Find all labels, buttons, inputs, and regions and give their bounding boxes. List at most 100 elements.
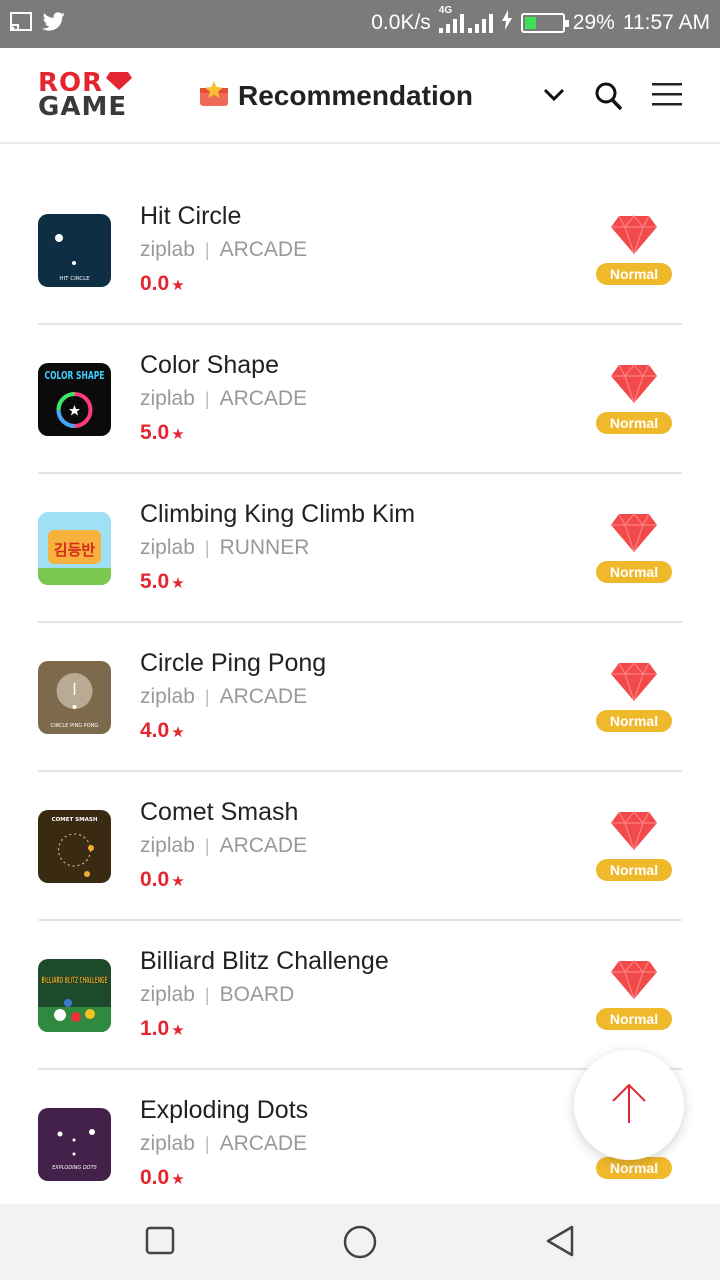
clock: 11:57 AM bbox=[622, 11, 710, 34]
arrow-up-icon bbox=[609, 1081, 649, 1130]
star-icon: ★ bbox=[171, 426, 185, 443]
game-name[interactable]: Color Shape bbox=[140, 351, 279, 380]
badge-label: Normal bbox=[596, 1008, 672, 1030]
game-rating: 0.0 ★ bbox=[140, 272, 185, 296]
game-rating: 4.0 ★ bbox=[140, 719, 185, 743]
game-list: HIT CIRCLE Hit Circle ziplab | ARCADE 0.0 ★… bbox=[38, 176, 682, 1219]
game-meta: ziplab | BOARD bbox=[140, 983, 295, 1006]
page-title-group: Recommendation bbox=[198, 78, 473, 113]
game-category: BOARD bbox=[219, 983, 295, 1006]
dropdown-chevron-icon[interactable] bbox=[540, 80, 568, 113]
game-meta: ziplab | ARCADE bbox=[140, 1132, 308, 1155]
game-developer: ziplab bbox=[140, 536, 195, 559]
search-icon[interactable] bbox=[594, 80, 624, 117]
game-category: ARCADE bbox=[219, 238, 308, 261]
rating-value: 0.0 bbox=[140, 272, 170, 295]
game-category: RUNNER bbox=[219, 536, 310, 559]
game-name[interactable]: Exploding Dots bbox=[140, 1096, 308, 1125]
game-developer: ziplab bbox=[140, 834, 195, 857]
game-category: ARCADE bbox=[219, 685, 308, 708]
network-speed: 0.0K/s bbox=[371, 11, 431, 34]
battery-icon bbox=[520, 13, 569, 33]
game-name[interactable]: Climbing King Climb Kim bbox=[140, 500, 415, 529]
menu-icon[interactable] bbox=[652, 82, 682, 111]
game-meta: ziplab | ARCADE bbox=[140, 238, 308, 261]
ruby-gem-icon bbox=[611, 959, 657, 1004]
game-thumbnail[interactable]: EXPLODING DOTS bbox=[38, 1108, 111, 1181]
thumb-label: HIT CIRCLE bbox=[59, 276, 90, 282]
game-name[interactable]: Comet Smash bbox=[140, 798, 298, 827]
battery-percent: 29% bbox=[572, 11, 615, 34]
game-name[interactable]: Billiard Blitz Challenge bbox=[140, 947, 389, 976]
level-badge: Normal bbox=[596, 959, 672, 1031]
system-nav-bar bbox=[0, 1204, 720, 1280]
game-name[interactable]: Hit Circle bbox=[140, 202, 241, 231]
game-rating: 0.0 ★ bbox=[140, 868, 185, 892]
game-meta: ziplab | ARCADE bbox=[140, 834, 308, 857]
list-item[interactable]: CIRCLE PING PONG Circle Ping Pong ziplab… bbox=[38, 623, 682, 772]
rating-value: 1.0 bbox=[140, 1017, 170, 1040]
page-title: Recommendation bbox=[238, 79, 473, 111]
ror-game-logo[interactable]: ROR GAME bbox=[38, 70, 138, 126]
list-item[interactable]: 김등반 Climbing King Climb Kim ziplab | RUNNE… bbox=[38, 474, 682, 623]
thumb-label: COMET SMASH bbox=[52, 817, 98, 823]
app-header: ROR GAME Recommendation bbox=[0, 48, 720, 144]
game-thumbnail[interactable]: CIRCLE PING PONG bbox=[38, 661, 111, 734]
rating-value: 4.0 bbox=[140, 719, 170, 742]
badge-label: Normal bbox=[596, 859, 672, 881]
thumb-label: CIRCLE PING PONG bbox=[51, 723, 99, 729]
level-badge: Normal bbox=[596, 661, 672, 733]
game-developer: ziplab bbox=[140, 685, 195, 708]
game-thumbnail[interactable]: HIT CIRCLE bbox=[38, 214, 111, 287]
badge-label: Normal bbox=[596, 412, 672, 434]
twitter-icon bbox=[42, 12, 66, 37]
list-item[interactable]: COMET SMASH Comet Smash ziplab | ARCADE 0.… bbox=[38, 772, 682, 921]
star-icon: ★ bbox=[171, 724, 185, 741]
level-badge: Normal bbox=[596, 214, 672, 286]
cast-icon bbox=[10, 12, 32, 37]
list-item[interactable]: COLOR SHAPE Color Shape ziplab | ARCADE 5.… bbox=[38, 325, 682, 474]
game-rating: 0.0 ★ bbox=[140, 1166, 185, 1190]
ruby-gem-icon bbox=[611, 363, 657, 408]
game-thumbnail[interactable]: COMET SMASH bbox=[38, 810, 111, 883]
badge-label: Normal bbox=[596, 561, 672, 583]
thumb-label: EXPLODING DOTS bbox=[52, 1165, 98, 1171]
recommendation-icon bbox=[198, 78, 230, 113]
rating-value: 0.0 bbox=[140, 868, 170, 891]
logo-line2: GAME bbox=[38, 92, 128, 122]
game-category: ARCADE bbox=[219, 387, 308, 410]
rating-value: 0.0 bbox=[140, 1166, 170, 1189]
game-rating: 1.0 ★ bbox=[140, 1017, 185, 1041]
game-name[interactable]: Circle Ping Pong bbox=[140, 649, 326, 678]
badge-label: Normal bbox=[596, 710, 672, 732]
charging-icon bbox=[501, 10, 513, 36]
game-developer: ziplab bbox=[140, 387, 195, 410]
signal-icon bbox=[438, 13, 464, 33]
scroll-to-top-button[interactable] bbox=[574, 1050, 684, 1160]
recents-square-icon[interactable] bbox=[144, 1224, 176, 1261]
game-rating: 5.0 ★ bbox=[140, 570, 185, 594]
star-icon: ★ bbox=[171, 575, 185, 592]
game-developer: ziplab bbox=[140, 238, 195, 261]
home-circle-icon[interactable] bbox=[342, 1224, 378, 1265]
back-triangle-icon[interactable] bbox=[544, 1224, 576, 1263]
game-developer: ziplab bbox=[140, 983, 195, 1006]
ruby-gem-icon bbox=[611, 661, 657, 706]
game-rating: 5.0 ★ bbox=[140, 421, 185, 445]
game-thumbnail[interactable]: 김등반 bbox=[38, 512, 111, 585]
game-meta: ziplab | ARCADE bbox=[140, 387, 308, 410]
star-icon: ★ bbox=[171, 277, 185, 294]
game-category: ARCADE bbox=[219, 834, 308, 857]
level-badge: Normal bbox=[596, 512, 672, 584]
game-thumbnail[interactable]: COLOR SHAPE bbox=[38, 363, 111, 436]
list-item[interactable]: HIT CIRCLE Hit Circle ziplab | ARCADE 0.0 ★… bbox=[38, 176, 682, 325]
thumb-label: COLOR SHAPE bbox=[45, 369, 105, 382]
status-bar: 0.0K/s 4G 29% 11:57 AM bbox=[0, 0, 720, 48]
game-thumbnail[interactable]: BILLIARD BLITZ CHALLENGE bbox=[38, 959, 111, 1032]
level-badge: Normal bbox=[596, 363, 672, 435]
list-item[interactable]: BILLIARD BLITZ CHALLENGE Billiard Blitz … bbox=[38, 921, 682, 1070]
game-meta: ziplab | ARCADE bbox=[140, 685, 308, 708]
level-badge: Normal bbox=[596, 810, 672, 882]
star-icon: ★ bbox=[171, 1022, 185, 1039]
thumb-label: BILLIARD BLITZ CHALLENGE bbox=[42, 976, 108, 986]
